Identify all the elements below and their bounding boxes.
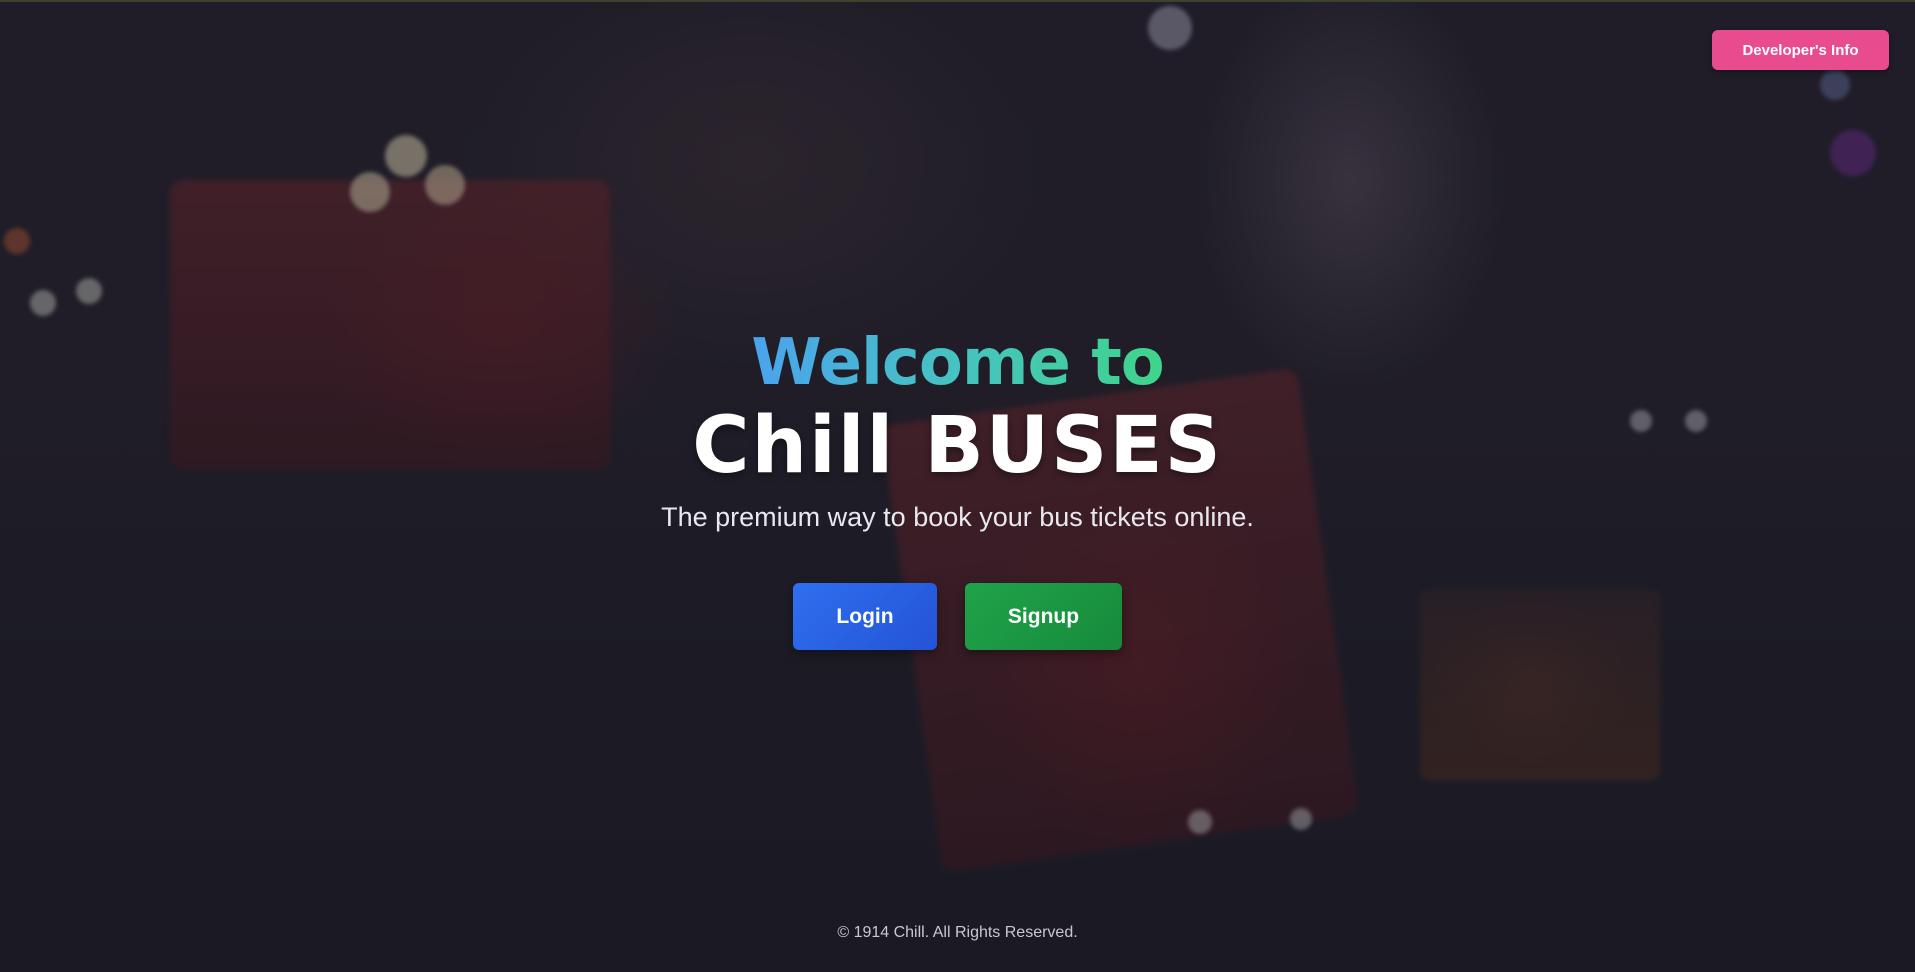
footer-copyright: © 1914 Chill. All Rights Reserved. <box>837 924 1078 941</box>
signup-button[interactable]: Signup <box>965 583 1122 650</box>
page: Developer's Info Welcome to Chill BUSES … <box>0 0 1915 972</box>
hero-title: Chill BUSES <box>692 401 1223 491</box>
developer-info-button[interactable]: Developer's Info <box>1712 30 1889 70</box>
hero-welcome-text: Welcome to <box>751 320 1164 406</box>
hero-tagline: The premium way to book your bus tickets… <box>661 502 1254 532</box>
login-button[interactable]: Login <box>793 583 937 650</box>
auth-actions: Login Signup <box>0 583 1915 650</box>
hero-section: Welcome to Chill BUSES The premium way t… <box>0 320 1915 533</box>
